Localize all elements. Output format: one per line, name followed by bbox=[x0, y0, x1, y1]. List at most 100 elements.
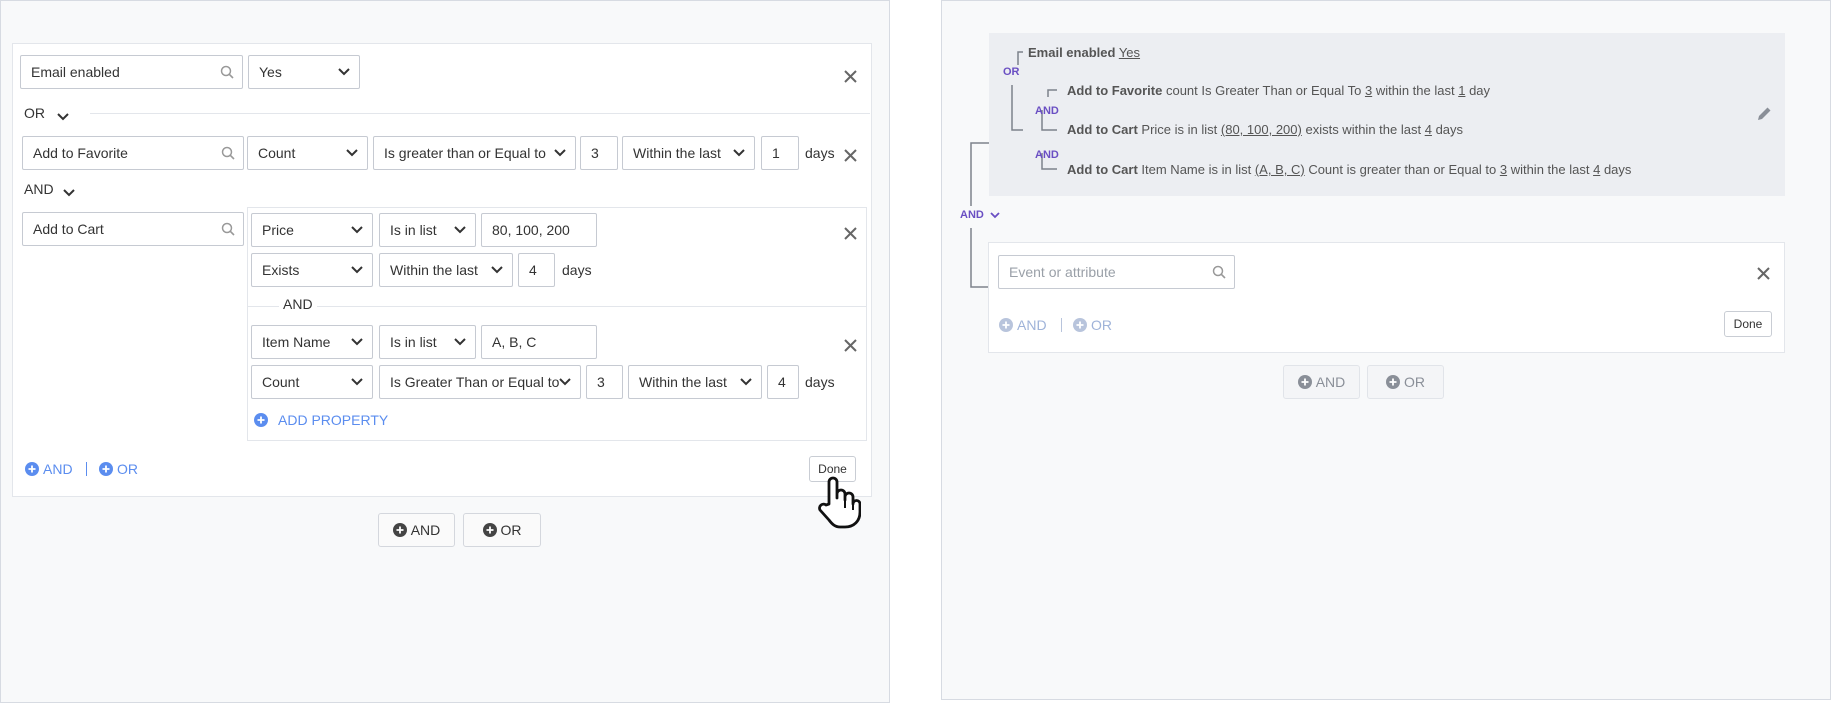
close-icon[interactable] bbox=[843, 226, 857, 240]
summary-line-cart-item: Add to Cart Item Name is in list (A, B, … bbox=[1067, 162, 1632, 177]
chevron-down-icon bbox=[990, 211, 1000, 218]
days-input[interactable]: 4 bbox=[518, 253, 555, 287]
operator-select[interactable]: Is greater than or Equal to bbox=[373, 136, 576, 170]
list-values-input[interactable]: 80, 100, 200 bbox=[481, 213, 597, 247]
chevron-down-icon[interactable] bbox=[57, 108, 69, 126]
search-icon bbox=[1212, 265, 1226, 279]
inner-and-connector: AND bbox=[279, 296, 317, 312]
operator-select[interactable]: Is Greater Than or Equal to bbox=[379, 365, 581, 399]
select-value: Is greater than or Equal to bbox=[384, 145, 546, 161]
aggregate-select-count[interactable]: Count bbox=[251, 365, 373, 399]
select-value: Count bbox=[262, 374, 300, 390]
count-input[interactable]: 3 bbox=[580, 136, 618, 170]
value-select-yes[interactable]: Yes bbox=[248, 55, 360, 89]
chevron-down-icon bbox=[554, 149, 566, 157]
select-value: Exists bbox=[262, 262, 300, 278]
divider bbox=[90, 113, 870, 114]
divider bbox=[1061, 318, 1062, 332]
select-value: Item Name bbox=[262, 334, 331, 350]
select-value: Count bbox=[258, 145, 296, 161]
done-button[interactable]: Done bbox=[1724, 311, 1772, 337]
event-field-cart[interactable]: Add to Cart bbox=[22, 212, 244, 246]
search-icon bbox=[221, 222, 235, 236]
chevron-down-icon bbox=[351, 338, 363, 346]
aggregate-select[interactable]: Count bbox=[247, 136, 368, 170]
or-connector[interactable]: OR bbox=[24, 105, 45, 121]
list-values-input[interactable]: A, B, C bbox=[481, 325, 597, 359]
summary-line-cart-price: Add to Cart Price is in list (80, 100, 2… bbox=[1067, 122, 1464, 137]
summary-and-label: AND bbox=[1035, 149, 1059, 161]
divider bbox=[86, 462, 87, 476]
bottom-or-button[interactable]: OR bbox=[463, 513, 541, 547]
bottom-or-button[interactable]: OR bbox=[1367, 365, 1444, 399]
select-value: Price bbox=[262, 222, 294, 238]
count-input[interactable]: 3 bbox=[586, 365, 623, 399]
close-icon[interactable] bbox=[843, 148, 857, 162]
plus-circle-icon bbox=[99, 462, 113, 476]
select-value: Is Greater Than or Equal to bbox=[390, 374, 560, 390]
bottom-and-button[interactable]: AND bbox=[1283, 365, 1360, 399]
input-placeholder: Event or attribute bbox=[1009, 264, 1116, 280]
event-field-email[interactable]: Email enabled bbox=[20, 55, 243, 89]
hand-cursor-icon bbox=[815, 474, 862, 535]
time-select[interactable]: Within the last bbox=[628, 365, 762, 399]
search-icon bbox=[221, 146, 235, 160]
chevron-down-icon bbox=[454, 226, 466, 234]
event-field-favorite[interactable]: Add to Favorite bbox=[22, 136, 244, 170]
summary-line-favorite: Add to Favorite count Is Greater Than or… bbox=[1067, 83, 1491, 98]
add-property-button[interactable]: ADD PROPERTY bbox=[254, 412, 388, 428]
event-field-label: Email enabled bbox=[31, 64, 120, 80]
event-field-label: Add to Cart bbox=[33, 221, 104, 237]
chevron-down-icon bbox=[454, 338, 466, 346]
add-and-button[interactable]: AND bbox=[25, 461, 73, 477]
divider bbox=[248, 306, 866, 307]
days-label: days bbox=[805, 374, 835, 390]
chevron-down-icon bbox=[351, 266, 363, 274]
plus-circle-icon bbox=[999, 318, 1013, 332]
select-value: Within the last bbox=[639, 374, 727, 390]
select-value: Is in list bbox=[390, 334, 437, 350]
plus-circle-icon bbox=[392, 523, 407, 537]
chevron-down-icon bbox=[351, 378, 363, 386]
aggregate-select-exists[interactable]: Exists bbox=[251, 253, 373, 287]
days-input[interactable]: 4 bbox=[767, 365, 799, 399]
days-input[interactable]: 1 bbox=[761, 136, 799, 170]
summary-line-email: Email enabled Yes bbox=[1028, 45, 1141, 60]
plus-circle-icon bbox=[1297, 375, 1312, 389]
property-select-price[interactable]: Price bbox=[251, 213, 373, 247]
chevron-down-icon bbox=[338, 68, 350, 76]
close-icon[interactable] bbox=[1756, 266, 1770, 280]
time-select[interactable]: Within the last bbox=[379, 253, 513, 287]
select-value: Within the last bbox=[390, 262, 478, 278]
property-select-item-name[interactable]: Item Name bbox=[251, 325, 373, 359]
select-value: Yes bbox=[259, 64, 282, 80]
bottom-and-button[interactable]: AND bbox=[378, 513, 455, 547]
close-icon[interactable] bbox=[843, 69, 857, 83]
chevron-down-icon bbox=[491, 266, 503, 274]
chevron-down-icon[interactable] bbox=[63, 184, 75, 202]
event-or-attribute-input[interactable]: Event or attribute bbox=[998, 255, 1235, 289]
operator-select-in-list[interactable]: Is in list bbox=[379, 325, 476, 359]
chevron-down-icon bbox=[351, 226, 363, 234]
add-or-button[interactable]: OR bbox=[1073, 317, 1112, 333]
close-icon[interactable] bbox=[843, 338, 857, 352]
plus-circle-icon bbox=[482, 523, 497, 537]
select-value: Is in list bbox=[390, 222, 437, 238]
time-select[interactable]: Within the last bbox=[622, 136, 755, 170]
and-connector[interactable]: AND bbox=[24, 181, 54, 197]
plus-circle-icon bbox=[254, 413, 268, 427]
plus-circle-icon bbox=[25, 462, 39, 476]
search-icon bbox=[220, 65, 234, 79]
plus-circle-icon bbox=[1386, 375, 1400, 389]
add-or-button[interactable]: OR bbox=[99, 461, 138, 477]
operator-select-in-list[interactable]: Is in list bbox=[379, 213, 476, 247]
chevron-down-icon bbox=[346, 149, 358, 157]
chevron-down-icon bbox=[740, 378, 752, 386]
add-and-button[interactable]: AND bbox=[999, 317, 1047, 333]
chevron-down-icon bbox=[559, 378, 571, 386]
and-connector[interactable]: AND bbox=[960, 209, 1000, 221]
edit-pencil-icon[interactable] bbox=[1757, 106, 1772, 126]
days-label: days bbox=[805, 145, 835, 161]
plus-circle-icon bbox=[1073, 318, 1087, 332]
summary-or-label: OR bbox=[1003, 66, 1020, 78]
